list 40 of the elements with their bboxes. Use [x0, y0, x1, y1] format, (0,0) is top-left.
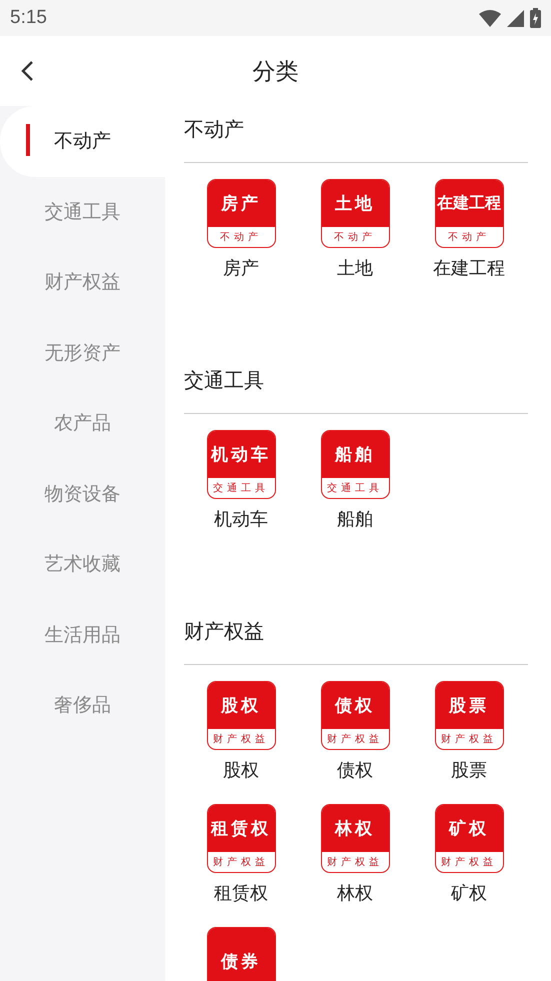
category-label[interactable]: 林权	[337, 881, 373, 905]
category-icon[interactable]: 土地 不动产	[320, 179, 390, 248]
section-title: 财产权益	[184, 618, 265, 644]
battery-icon	[530, 8, 541, 28]
sidebar-item[interactable]: 艺术收藏	[0, 529, 165, 600]
category-icon[interactable]: 房产 不动产	[206, 179, 276, 248]
category-icon[interactable]: 债权 财产权益	[320, 681, 390, 750]
category-label[interactable]: 机动车	[214, 507, 268, 531]
sidebar-item[interactable]: 无形资产	[0, 318, 165, 388]
category-icon[interactable]: 股票 财产权益	[434, 681, 504, 750]
category-icon[interactable]: 船舶 交通工具	[320, 430, 390, 499]
category-label[interactable]: 租赁权	[214, 881, 268, 905]
signal-icon	[507, 10, 524, 26]
category-icon[interactable]: 林权 财产权益	[320, 804, 390, 873]
page-title: 分类	[252, 58, 298, 86]
category-icon[interactable]: 租赁权 财产权益	[206, 804, 276, 873]
status-time: 5:15	[10, 7, 47, 29]
sidebar-item[interactable]: 不动产	[0, 106, 165, 176]
category-label[interactable]: 债权	[337, 758, 373, 782]
sidebar-item[interactable]: 农产品	[0, 388, 165, 458]
category-label[interactable]: 矿权	[451, 881, 487, 905]
category-icon[interactable]: 债券	[206, 927, 276, 981]
category-label[interactable]: 股票	[451, 758, 487, 782]
category-label[interactable]: 房产	[223, 256, 259, 280]
sidebar-item[interactable]: 生活用品	[0, 600, 165, 670]
category-label[interactable]: 土地	[337, 256, 373, 280]
sidebar-item[interactable]: 交通工具	[0, 176, 165, 247]
category-label[interactable]: 船舶	[337, 507, 373, 531]
category-label[interactable]: 在建工程	[433, 256, 505, 280]
category-icon[interactable]: 矿权 财产权益	[434, 804, 504, 873]
sidebar-item[interactable]: 物资设备	[0, 458, 165, 529]
category-label[interactable]: 股权	[223, 758, 259, 782]
sidebar-item[interactable]: 奢侈品	[0, 670, 165, 740]
section-title: 不动产	[184, 116, 245, 142]
sidebar-item[interactable]: 财产权益	[0, 247, 165, 318]
category-icon[interactable]: 股权 财产权益	[206, 681, 276, 750]
section-title: 交通工具	[184, 366, 265, 394]
wifi-icon	[479, 10, 501, 26]
category-icon[interactable]: 在建工程 不动产	[434, 179, 504, 248]
category-icon[interactable]: 机动车 交通工具	[206, 430, 276, 499]
